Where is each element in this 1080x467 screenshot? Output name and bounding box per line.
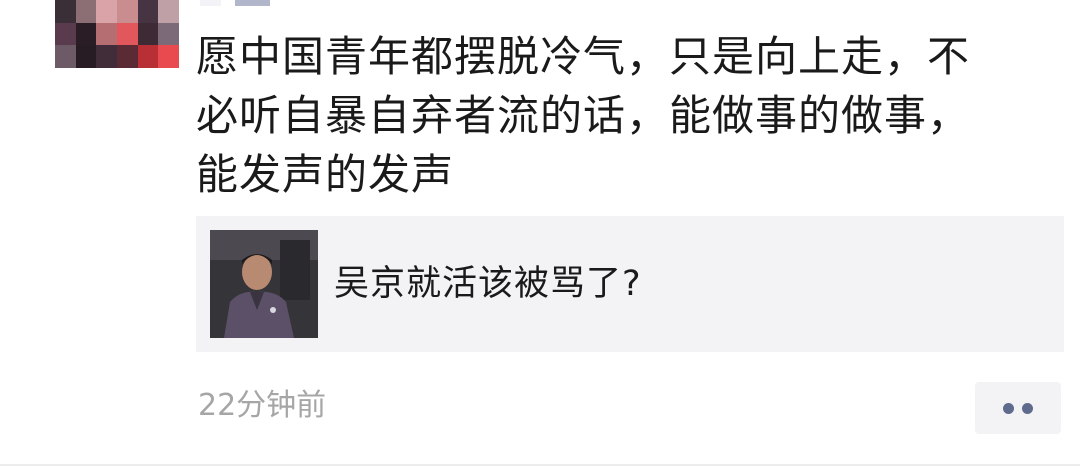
divider [0, 464, 1080, 466]
cropped-header-fragment [200, 0, 270, 6]
link-thumbnail [210, 230, 318, 338]
dot [1022, 403, 1033, 414]
link-title: 吴京就活该被骂了? [334, 264, 642, 304]
shared-link-card[interactable]: 吴京就活该被骂了? [196, 216, 1064, 352]
dot [1003, 403, 1014, 414]
post-timestamp: 22分钟前 [198, 388, 327, 423]
post-text: 愿中国青年都摆脱冷气，只是向上走，不 必听自暴自弃者流的话，能做事的做事， 能发… [196, 32, 971, 199]
more-dots-icon[interactable] [975, 382, 1061, 434]
avatar[interactable] [55, 0, 179, 68]
